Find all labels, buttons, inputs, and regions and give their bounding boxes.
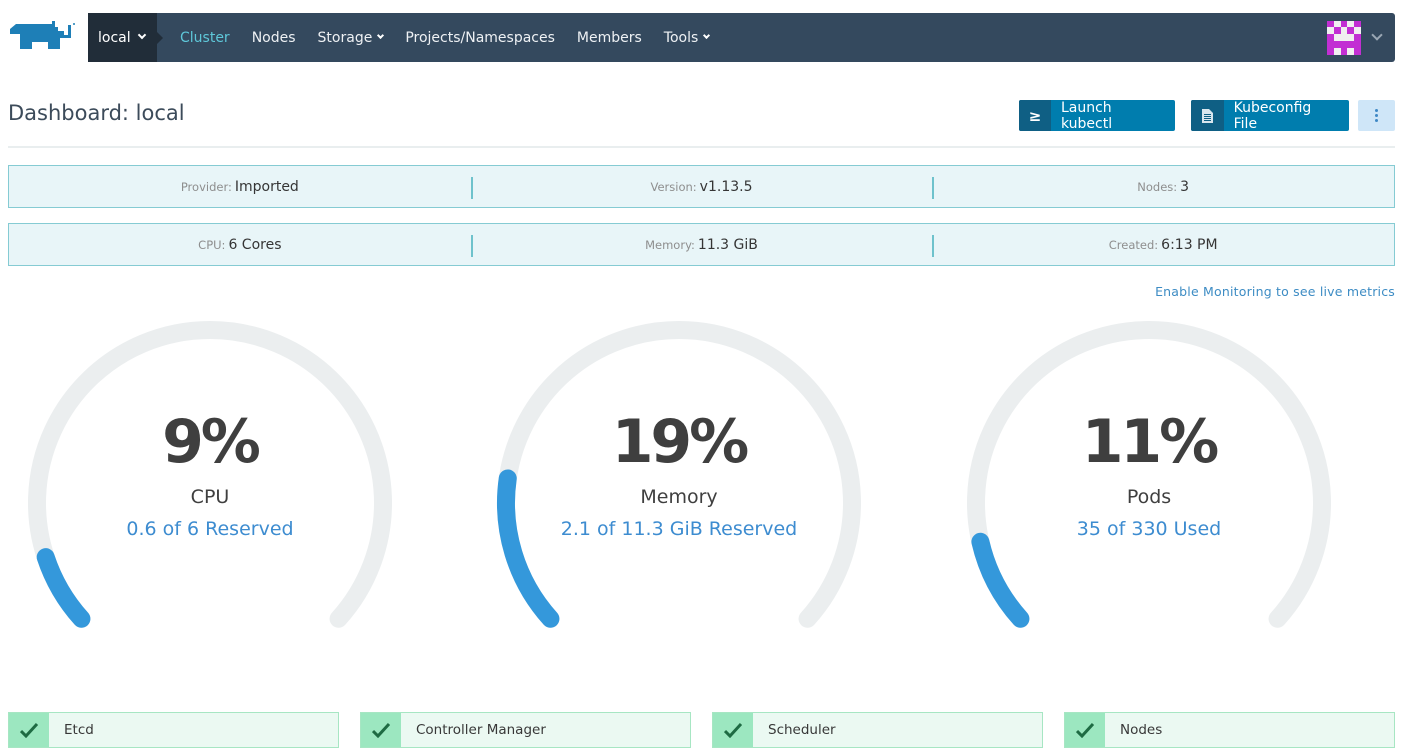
component-label: Nodes	[1120, 722, 1163, 738]
launch-kubectl-label: Launch kubectl	[1060, 100, 1113, 131]
nav-item-label: Members	[576, 29, 642, 46]
cpu-info: CPU: 6 Cores	[198, 236, 282, 253]
nav-item-tools[interactable]: Tools	[653, 13, 721, 62]
check-icon	[361, 713, 401, 747]
terminal-icon: ≥	[1019, 100, 1051, 131]
gauge-label: CPU	[190, 486, 230, 508]
gauge-fill-pods	[971, 532, 1030, 628]
enable-monitoring-link[interactable]: Enable Monitoring to see live metrics	[1155, 284, 1395, 299]
memory-info: Memory: 11.3 GiB	[470, 234, 933, 257]
gauge-detail: 2.1 of 11.3 GiB Reserved	[560, 518, 798, 540]
provider-info: Provider: Imported	[180, 178, 299, 195]
header-divider	[8, 146, 1395, 148]
chevron-down-icon	[1371, 28, 1383, 41]
kubeconfig-file-label: Kubeconfig File	[1233, 100, 1312, 131]
gauge-percent: 9%	[162, 407, 261, 477]
cluster-info-row-1: Provider: Imported Version: v1.13.5 Nodes:…	[8, 165, 1395, 208]
page-title: Dashboard: local	[8, 101, 185, 125]
gauge-percent: 11%	[1081, 407, 1220, 477]
gauge-percent: 19%	[611, 407, 750, 477]
cluster-info-row-2: CPU: 6 Cores Memory: 11.3 GiB Created: 6:13…	[8, 223, 1395, 266]
component-label: Scheduler	[768, 722, 836, 738]
cluster-selector[interactable]: local	[88, 13, 163, 62]
user-menu[interactable]	[1327, 13, 1395, 62]
nav-item-label: Cluster	[180, 29, 230, 46]
gauge-cpu-text: 9% CPU 0.6 of 6 Reserved	[40, 412, 380, 540]
kubeconfig-file-button[interactable]: Kubeconfig File	[1191, 100, 1349, 131]
gauge-memory-text: 19% Memory 2.1 of 11.3 GiB Reserved	[509, 412, 849, 540]
file-icon	[1191, 100, 1224, 131]
chevron-down-icon	[137, 30, 146, 40]
component-status-scheduler: Scheduler	[712, 712, 1043, 748]
component-label: Etcd	[64, 722, 94, 738]
check-icon	[9, 713, 49, 747]
vertical-ellipsis-icon	[1375, 109, 1378, 112]
avatar	[1327, 20, 1361, 55]
nav-item-cluster[interactable]: Cluster	[169, 13, 241, 62]
gauge-detail: 35 of 330 Used	[1076, 518, 1222, 540]
rancher-logo-icon[interactable]	[8, 21, 76, 53]
gauge-detail: 0.6 of 6 Reserved	[126, 518, 294, 540]
gauge-label: Pods	[1126, 486, 1172, 508]
nav-item-label: Nodes	[251, 29, 296, 46]
created-info: Created: 6:13 PM	[932, 234, 1394, 257]
nav-item-label: Projects/Namespaces	[405, 29, 555, 46]
gauge-label: Memory	[640, 486, 718, 508]
top-navbar: local Cluster Nodes Storage Projects/Nam…	[88, 13, 1395, 62]
check-icon	[713, 713, 753, 747]
nav-item-projects-namespaces[interactable]: Projects/Namespaces	[394, 13, 566, 62]
nav-item-members[interactable]: Members	[566, 13, 653, 62]
gauge-pods-text: 11% Pods 35 of 330 Used	[979, 412, 1319, 540]
more-actions-button[interactable]	[1358, 100, 1395, 131]
check-icon	[1065, 713, 1105, 747]
launch-kubectl-button[interactable]: ≥ Launch kubectl	[1019, 100, 1175, 131]
component-status-controller-manager: Controller Manager	[360, 712, 691, 748]
nodes-info: Nodes: 3	[932, 176, 1394, 199]
chevron-down-icon	[377, 31, 385, 39]
cluster-selector-label: local	[98, 29, 131, 46]
nav-item-label: Storage	[317, 29, 373, 46]
component-status-etcd: Etcd	[8, 712, 339, 748]
gauge-fill-cpu	[36, 548, 91, 628]
chevron-down-icon	[703, 31, 711, 39]
version-info: Version: v1.13.5	[470, 176, 933, 199]
nav-item-nodes[interactable]: Nodes	[241, 13, 307, 62]
component-label: Controller Manager	[416, 722, 546, 738]
resource-gauges: 9% CPU 0.6 of 6 Reserved 19% Memory 2.1 …	[0, 300, 1408, 660]
component-status-nodes: Nodes	[1064, 712, 1395, 748]
nav-item-label: Tools	[663, 29, 699, 46]
nav-item-storage[interactable]: Storage	[307, 13, 395, 62]
